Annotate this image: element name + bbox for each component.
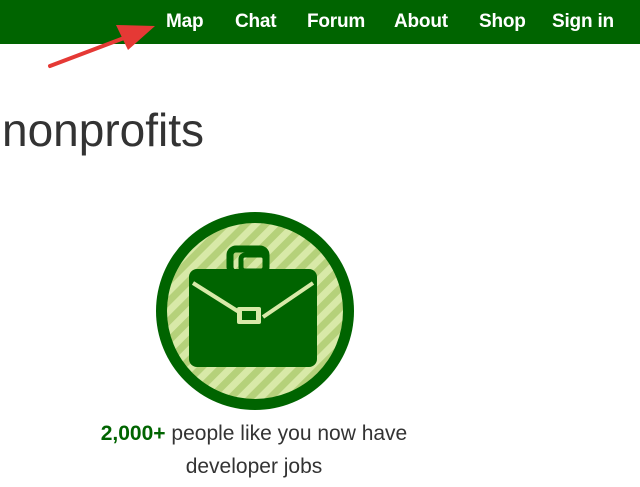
briefcase-badge (156, 212, 354, 410)
nav-link-shop[interactable]: Shop (479, 0, 526, 44)
page-heading: nonprofits (2, 104, 205, 156)
nav-link-map[interactable]: Map (166, 0, 204, 44)
top-navigation-bar: Map Chat Forum About Shop Sign in (0, 0, 640, 44)
nav-link-chat[interactable]: Chat (235, 0, 277, 44)
stat-text-line2: developer jobs (185, 455, 323, 478)
nav-link-forum[interactable]: Forum (307, 0, 365, 44)
page: Map Chat Forum About Shop Sign in nonpro… (0, 0, 640, 487)
developer-jobs-stat: 2,000+ people like you now have develope… (70, 417, 438, 483)
stat-text-line1: people like you now have (171, 422, 408, 445)
nav-link-sign-in[interactable]: Sign in (552, 0, 614, 44)
nav-link-about[interactable]: About (394, 0, 448, 44)
stat-number: 2,000+ (100, 422, 166, 445)
